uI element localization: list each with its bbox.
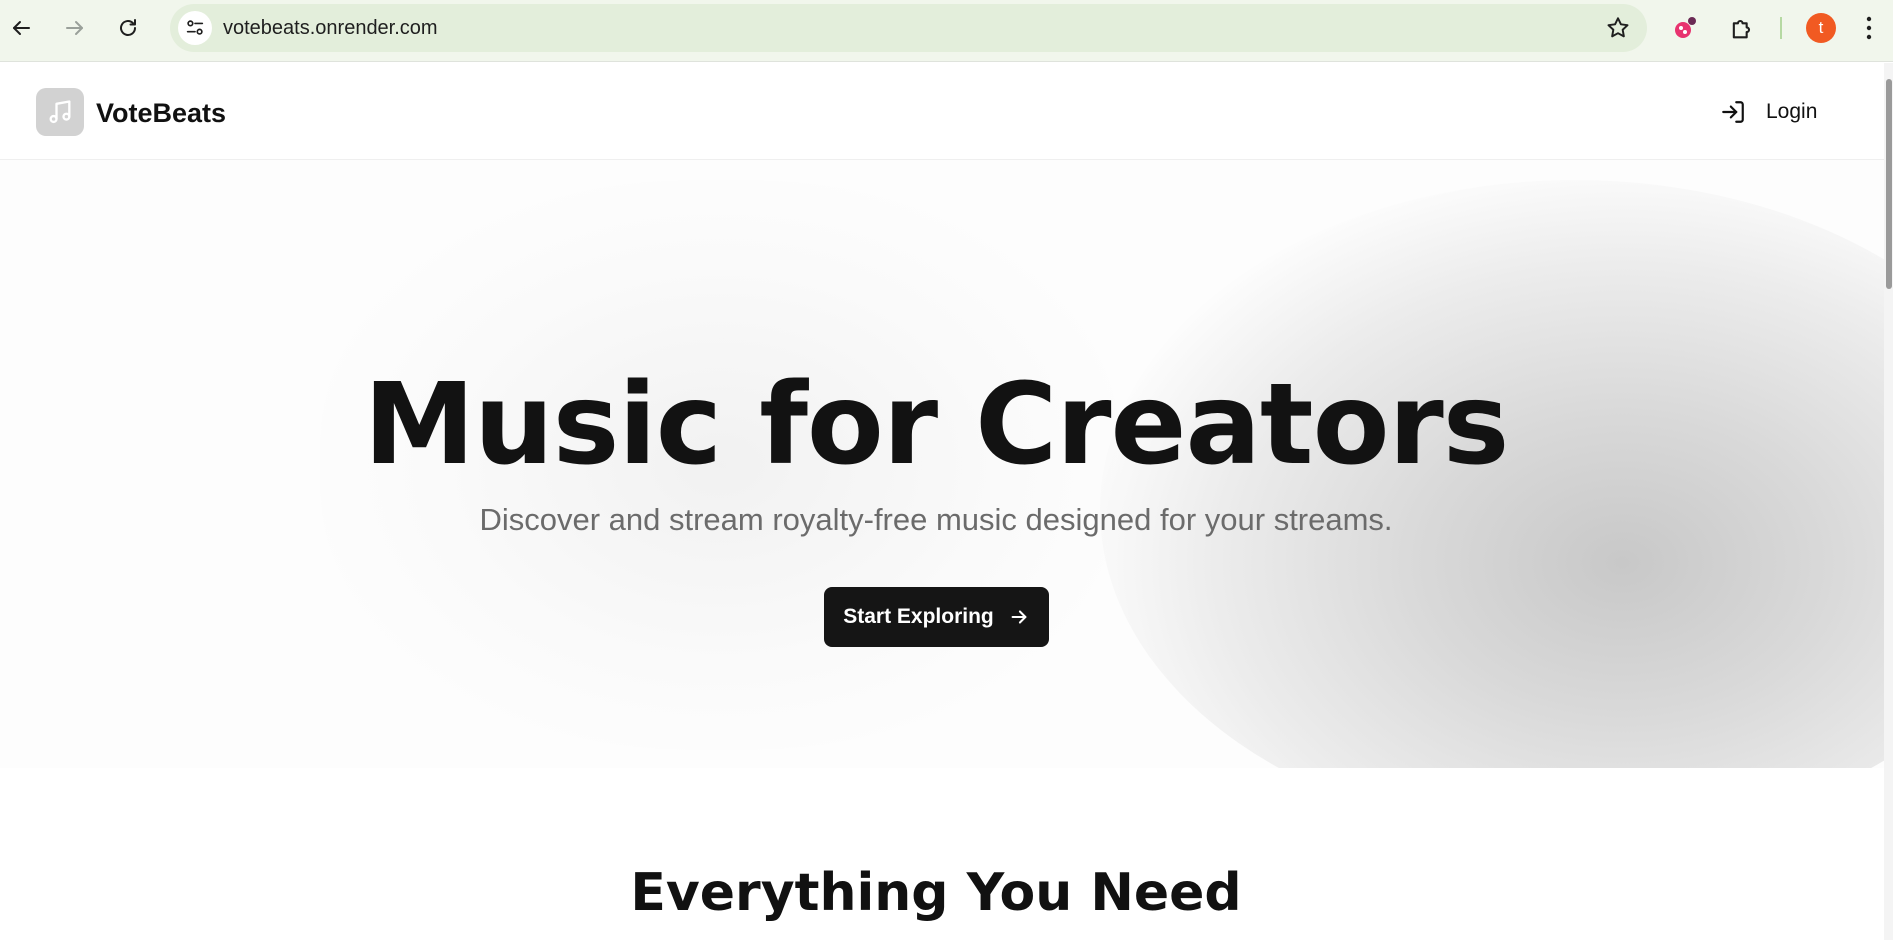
arrow-left-icon: [13, 21, 30, 35]
music-note-icon: [49, 100, 71, 124]
toolbar-divider: [1780, 17, 1782, 39]
hero-section: Music for Creators Discover and stream r…: [0, 160, 1884, 768]
extension-colorful-icon: [1675, 17, 1696, 38]
log-in-icon: [1722, 101, 1744, 123]
cta-label: Start Exploring: [843, 605, 994, 628]
page-scrollbar[interactable]: [1884, 63, 1893, 940]
site-header: VoteBeats Login: [0, 63, 1884, 160]
puzzle-icon: [1732, 19, 1751, 39]
site-info-button[interactable]: [178, 11, 212, 45]
login-label: Login: [1766, 100, 1818, 123]
scrollbar-thumb[interactable]: [1886, 79, 1892, 289]
url-text[interactable]: votebeats.onrender.com: [223, 17, 438, 40]
browser-toolbar: votebeats.onrender.com t: [0, 0, 1893, 62]
extensions-menu-button[interactable]: [1728, 14, 1756, 42]
web-page: VoteBeats Login Music for Creators Disco…: [0, 63, 1884, 940]
kebab-menu-icon[interactable]: [1862, 15, 1876, 41]
back-button[interactable]: [3, 10, 39, 46]
forward-button[interactable]: [57, 10, 93, 46]
profile-avatar[interactable]: t: [1806, 13, 1836, 43]
tune-icon: [186, 20, 204, 35]
reload-icon: [120, 19, 136, 36]
hero-title: Music for Creators: [363, 360, 1510, 490]
arrow-right-icon: [1011, 610, 1027, 624]
brand-name[interactable]: VoteBeats: [96, 98, 226, 129]
star-icon: [1607, 17, 1629, 38]
logo[interactable]: [36, 88, 84, 136]
reload-button[interactable]: [110, 10, 146, 46]
login-button[interactable]: Login: [1720, 96, 1817, 128]
features-title: Everything You Need: [630, 863, 1242, 923]
hero-subtitle: Discover and stream royalty-free music d…: [479, 502, 1393, 537]
arrow-right-icon: [66, 21, 83, 35]
start-exploring-button[interactable]: Start Exploring: [824, 587, 1049, 647]
bookmark-button[interactable]: [1605, 15, 1631, 41]
extension-button[interactable]: [1671, 14, 1699, 42]
address-bar[interactable]: votebeats.onrender.com: [170, 4, 1647, 52]
